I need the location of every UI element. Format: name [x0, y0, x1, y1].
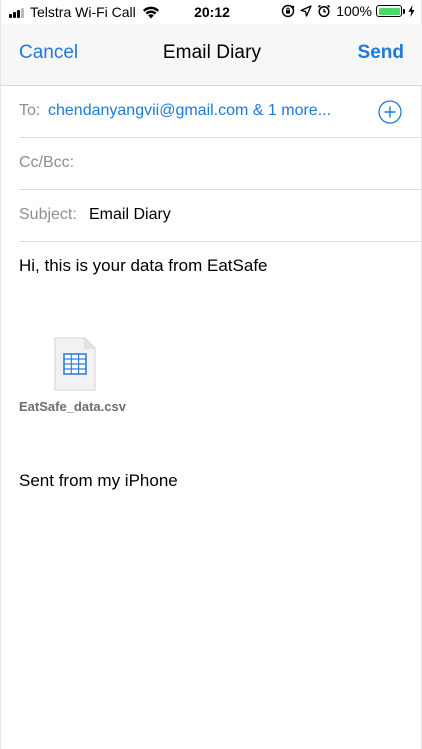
subject-input[interactable]: Email Diary	[89, 206, 171, 224]
battery-tip	[403, 8, 405, 14]
subject-label: Subject:	[19, 206, 77, 223]
send-button[interactable]: Send	[358, 42, 404, 64]
cc-bcc-label: Cc/Bcc:	[19, 154, 75, 171]
subject-field-row[interactable]: Subject: Email Diary	[19, 190, 421, 242]
attachment-filename: EatSafe_data.csv	[19, 399, 126, 414]
to-recipients[interactable]: chendanyangvii@gmail.com & 1 more...	[48, 102, 331, 120]
spreadsheet-file-icon	[54, 337, 96, 391]
to-label: To:	[19, 102, 41, 119]
compose-screen: Telstra Wi-Fi Call 20:12 100% Cancel Ema…	[0, 0, 422, 749]
status-bar: Telstra Wi-Fi Call 20:12 100%	[1, 0, 422, 24]
cc-bcc-field-row[interactable]: Cc/Bcc:	[19, 138, 421, 190]
alarm-icon	[318, 4, 331, 18]
signature-text[interactable]: Sent from my iPhone	[19, 471, 178, 491]
message-body-greeting[interactable]: Hi, this is your data from EatSafe	[19, 256, 268, 276]
nav-bar: Cancel Email Diary Send	[1, 24, 422, 86]
to-field-row[interactable]: To: chendanyangvii@gmail.com & 1 more...	[19, 86, 421, 138]
status-right: 100%	[281, 3, 415, 19]
battery-fill	[378, 7, 400, 15]
add-contact-icon[interactable]	[378, 100, 402, 124]
location-icon	[300, 5, 312, 17]
battery-percent: 100%	[336, 3, 372, 19]
charging-icon	[408, 5, 415, 17]
screen-rotation-lock-icon	[281, 4, 295, 18]
battery-icon	[376, 5, 402, 17]
